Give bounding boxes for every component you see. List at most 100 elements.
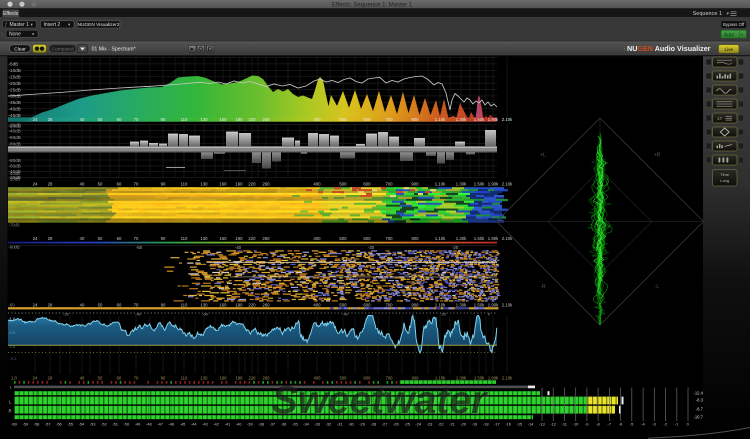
svg-text:110: 110 [181,375,188,380]
svg-text:190: 190 [235,236,243,241]
svg-text:-40: -40 [236,422,243,427]
svg-text:260: 260 [262,117,270,122]
svg-text:190: 190 [235,181,243,186]
svg-text:28: 28 [48,181,53,186]
svg-text:-38: -38 [258,422,265,427]
svg-text:110: 110 [181,302,188,307]
svg-text:130: 130 [200,181,208,186]
svg-text:-10dB: -10dB [9,68,21,73]
svg-text:-40dB: -40dB [9,129,21,134]
svg-text:70: 70 [134,375,139,380]
svg-text:R: R [8,409,11,414]
svg-text:-L: -L [655,284,660,290]
svg-text:400: 400 [313,181,321,186]
svg-text:-47: -47 [157,422,164,427]
svg-text:2.10k: 2.10k [502,181,513,186]
svg-text:220: 220 [248,117,256,122]
svg-text:▾: ▾ [741,32,743,37]
svg-text:190: 190 [236,375,244,380]
svg-text:-R: -R [540,284,546,290]
svg-text:-48: -48 [146,422,153,427]
svg-text:-39: -39 [247,422,254,427]
svg-text:110: 110 [181,117,188,122]
svg-text:Master 1: Master 1 [10,22,30,28]
svg-text:190: 190 [235,302,243,307]
svg-text:-80dB: -80dB [9,158,21,163]
svg-text:260: 260 [262,302,270,307]
svg-text:24: 24 [33,181,38,186]
svg-text:|: | [2,32,3,37]
svg-text:Sequence 1: Sequence 1 [693,11,722,17]
svg-text:24: 24 [33,117,38,122]
svg-text:Auto: Auto [724,32,735,38]
svg-text:190: 190 [235,117,243,122]
svg-text:160: 160 [219,117,227,122]
svg-text:-42: -42 [213,422,220,427]
svg-text:110: 110 [181,236,188,241]
svg-text:01 Mix - Spectrum*: 01 Mix - Spectrum* [92,47,136,53]
svg-text:-60: -60 [202,312,209,317]
svg-text:1.50k: 1.50k [474,302,485,307]
svg-text:-40: -40 [135,312,142,317]
svg-text:160: 160 [219,302,227,307]
svg-text:220: 220 [248,181,256,186]
svg-text:-60dB: -60dB [9,135,21,140]
svg-text:-56: -56 [56,422,63,427]
svg-text:-59: -59 [22,422,29,427]
svg-text:60: 60 [117,375,122,380]
svg-text:130: 130 [200,236,208,241]
svg-text:-45: -45 [180,422,187,427]
svg-text:40: 40 [80,375,85,380]
svg-text:-17: -17 [494,422,501,427]
svg-text:Compared: Compared [52,46,74,51]
svg-text:28: 28 [48,236,53,241]
svg-text:Sweetwater: Sweetwater [272,379,488,422]
svg-text:-57: -57 [45,422,52,427]
svg-text:-45dB: -45dB [9,113,21,118]
svg-text:-43: -43 [202,422,209,427]
svg-text:160: 160 [219,236,227,241]
svg-text:1: 1 [9,386,11,390]
svg-text:Live: Live [725,47,734,52]
svg-text:70: 70 [134,236,139,241]
svg-text:90: 90 [161,375,166,380]
svg-text:60: 60 [117,236,122,241]
svg-text:1.30k: 1.30k [456,181,467,186]
svg-text:-13: -13 [539,422,546,427]
svg-text:-46: -46 [168,422,175,427]
svg-text:-20dB: -20dB [9,81,21,86]
svg-text:260: 260 [262,236,270,241]
svg-text:50: 50 [98,302,103,307]
svg-text:28: 28 [48,375,53,380]
svg-text:600: 600 [363,236,371,241]
svg-text:1.90k: 1.90k [488,117,499,122]
svg-text:-55: -55 [67,422,74,427]
svg-text:900: 900 [411,302,419,307]
svg-text:400: 400 [313,302,321,307]
svg-text:-15: -15 [517,422,524,427]
svg-text:Insert 2: Insert 2 [44,22,61,28]
svg-text:900: 900 [411,236,419,241]
svg-text:40: 40 [80,117,85,122]
svg-text:-30dB: -30dB [9,94,21,99]
svg-text:-41: -41 [225,422,232,427]
svg-text:-11: -11 [562,422,568,427]
svg-text:-0.5: -0.5 [10,356,18,361]
svg-text:70: 70 [134,302,139,307]
svg-text:70: 70 [134,117,139,122]
svg-text:1.90k: 1.90k [488,181,499,186]
svg-text:-54: -54 [79,422,86,427]
svg-text:Effects: Effects [3,11,19,17]
svg-text:28: 28 [48,302,53,307]
svg-text:400: 400 [313,236,321,241]
svg-text:40: 40 [80,302,85,307]
svg-text:700: 700 [385,302,393,307]
svg-text:-12: -12 [550,422,557,427]
svg-text:1.90k: 1.90k [488,236,499,241]
svg-text:500: 500 [339,181,347,186]
svg-text:110: 110 [181,181,188,186]
svg-text:-53: -53 [90,422,97,427]
svg-text:NUGEN Visualizer2: NUGEN Visualizer2 [77,22,119,28]
svg-text:600: 600 [363,181,371,186]
svg-text:24: 24 [33,236,38,241]
